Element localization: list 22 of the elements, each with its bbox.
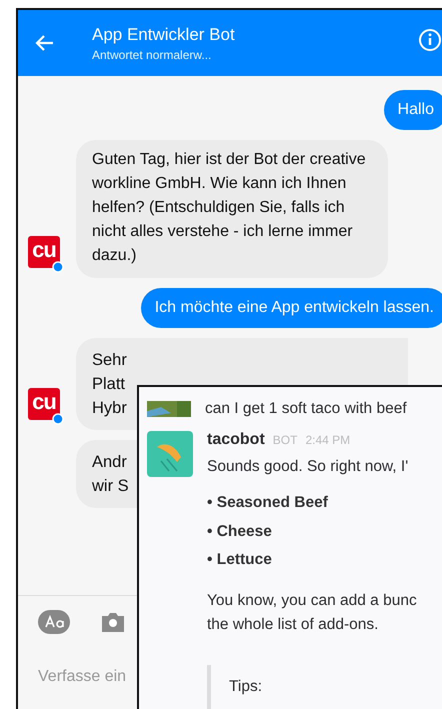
bot-logo: cu [28,236,60,268]
messenger-badge-icon [52,261,64,273]
message-text: can I get 1 soft taco with beef [205,399,407,419]
message-text: the whole list of add-ons. [207,614,380,634]
back-arrow-icon[interactable] [34,34,54,52]
message-bubble: Guten Tag, hier ist der Bot der creative workline GmbH. Wie kann ich Ihnen helfen? (Entschuldigen Sie, falls ich nicht alles verstehe - ich lerne immer dazu.) [76,140,388,278]
message-bubble: Hallo [384,90,442,130]
message-text: Sounds good. So right now, I' [207,457,410,477]
list-item: • Cheese [207,522,273,542]
quote-text: Tips: [229,678,262,694]
list-item: • Lettuce [207,550,273,570]
chat-status: Antwortet normalerw... [92,48,212,62]
message-input[interactable]: Verfasse ein [38,668,138,686]
info-icon[interactable] [418,28,442,52]
bot-logo: cu [28,388,60,420]
message-text: You know, you can add a bunc [207,590,417,610]
message-bubble: Ich möchte eine App entwickeln lassen. [140,288,442,328]
messenger-badge-icon [52,413,64,425]
text-format-icon[interactable] [38,610,70,634]
camera-icon[interactable] [102,612,124,632]
chat-title: App Entwickler Bot [92,24,235,44]
bot-avatar-icon [147,431,193,477]
